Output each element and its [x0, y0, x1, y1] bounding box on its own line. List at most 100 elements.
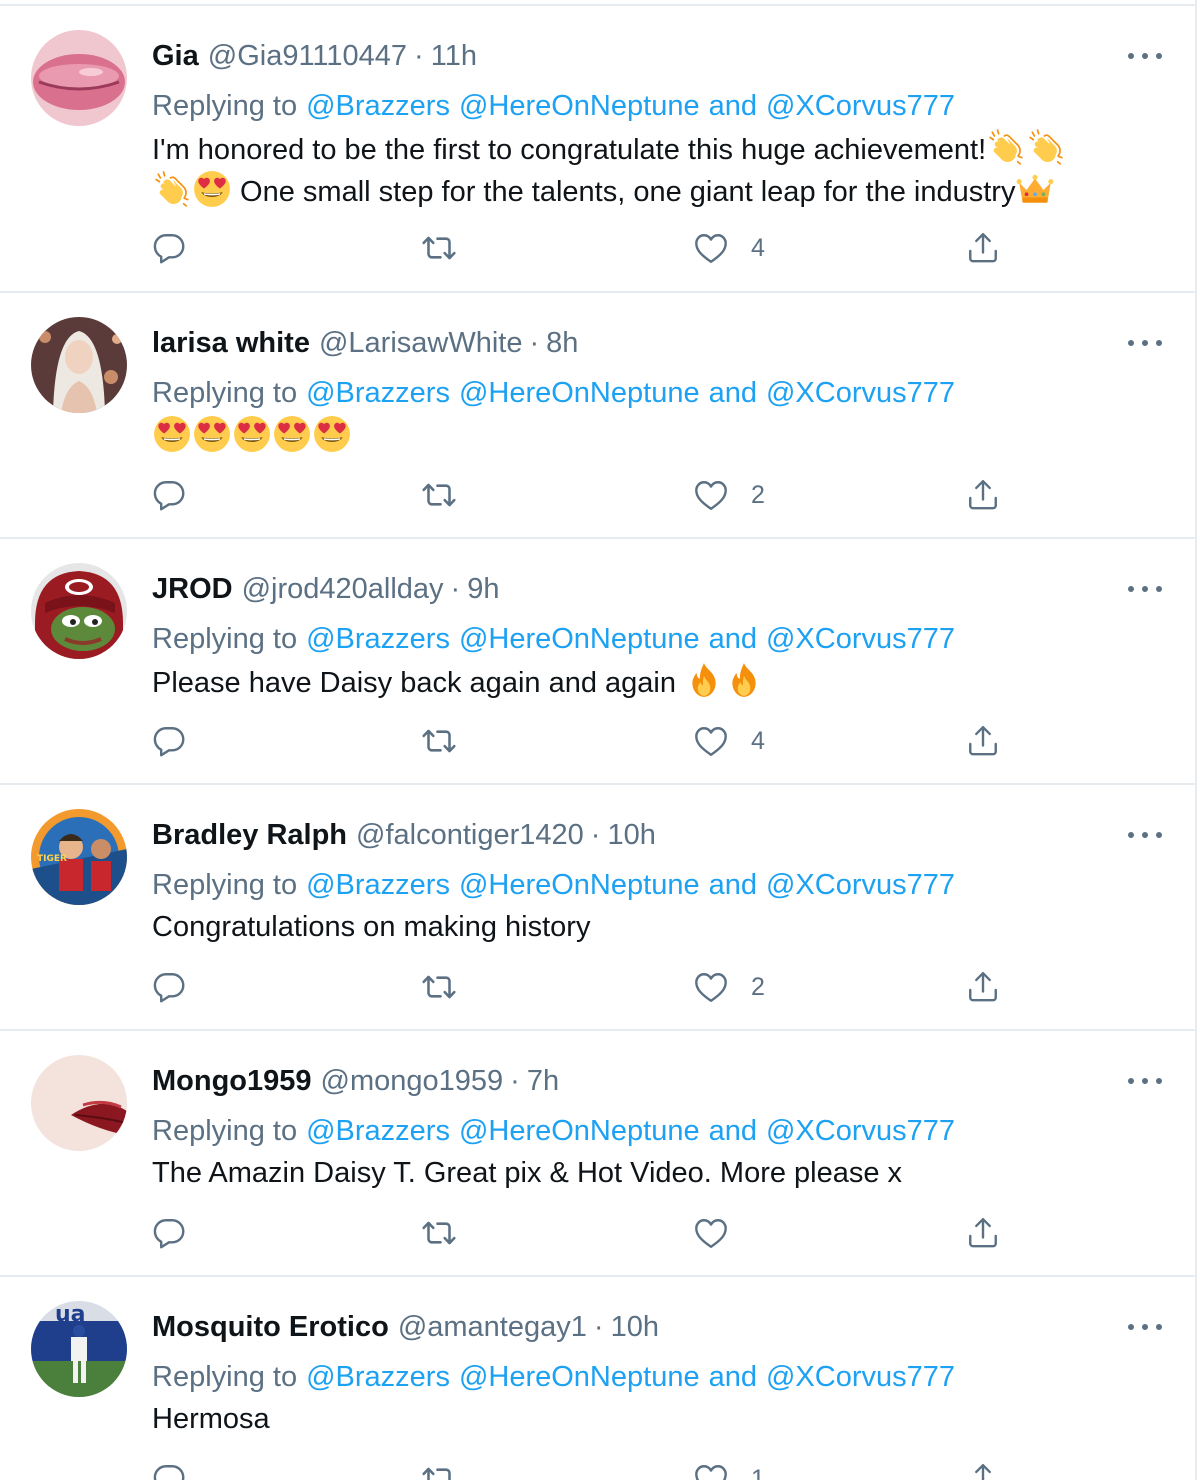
mention-link[interactable]: @Brazzers	[306, 90, 450, 123]
share-button[interactable]	[965, 1211, 1001, 1255]
share-button[interactable]	[965, 226, 1001, 270]
mention-link[interactable]: @HereOnNeptune	[459, 377, 700, 410]
mention-link[interactable]: @Brazzers	[306, 377, 450, 410]
heart-icon	[693, 230, 729, 266]
mention-link[interactable]: @HereOnNeptune	[459, 869, 700, 902]
reply-button[interactable]	[151, 226, 187, 270]
like-count: 1	[751, 1464, 765, 1480]
user-handle[interactable]: @LarisawWhite	[319, 327, 523, 360]
mention-and-word[interactable]: and	[709, 1115, 757, 1148]
replying-to-label: Replying to	[152, 376, 298, 409]
timestamp[interactable]: 10h	[611, 1311, 659, 1344]
more-options-icon[interactable]	[1128, 575, 1162, 603]
tweet-text-line: One small step for the talents, one gian…	[232, 176, 1016, 208]
retweet-button[interactable]	[421, 719, 457, 763]
mention-link[interactable]: @HereOnNeptune	[459, 1361, 700, 1394]
more-options-icon[interactable]	[1128, 821, 1162, 849]
display-name[interactable]: JROD	[152, 573, 233, 606]
tweet-jrod[interactable]: JROD @jrod420allday · 9h Replying to @Br…	[0, 539, 1195, 785]
reply-button[interactable]	[151, 1457, 187, 1480]
mention-link[interactable]: @Brazzers	[306, 1115, 450, 1148]
mention-link[interactable]: @XCorvus777	[766, 1115, 955, 1148]
more-options-icon[interactable]	[1128, 1313, 1162, 1341]
mention-and-word[interactable]: and	[709, 377, 757, 410]
mention-link[interactable]: @XCorvus777	[766, 869, 955, 902]
display-name[interactable]: larisa white	[152, 327, 310, 360]
retweet-button[interactable]	[421, 965, 457, 1009]
display-name[interactable]: Mosquito Erotico	[152, 1311, 389, 1344]
tweet-text	[152, 415, 1152, 457]
like-button[interactable]: 2	[693, 965, 765, 1009]
mention-link[interactable]: @Brazzers	[306, 1361, 450, 1394]
user-handle[interactable]: @mongo1959	[321, 1065, 504, 1098]
mention-and-word[interactable]: and	[709, 1361, 757, 1394]
mention-link[interactable]: @XCorvus777	[766, 1361, 955, 1394]
tweet-gia[interactable]: Gia @Gia91110447 · 11h Replying to @Braz…	[0, 6, 1195, 293]
tweet-header: JROD @jrod420allday · 9h	[152, 569, 499, 609]
display-name[interactable]: Mongo1959	[152, 1065, 312, 1098]
timestamp[interactable]: 7h	[527, 1065, 559, 1098]
timestamp[interactable]: 9h	[467, 573, 499, 606]
more-options-icon[interactable]	[1128, 1067, 1162, 1095]
tweet-mosquito-erotico[interactable]: ua Mosquito Erotico @amantegay1 · 10h Re…	[0, 1277, 1195, 1480]
reply-button[interactable]	[151, 719, 187, 763]
reply-button[interactable]	[151, 1211, 187, 1255]
tweet-larisa-white[interactable]: larisa white @LarisawWhite · 8h Replying…	[0, 293, 1195, 539]
avatar[interactable]	[31, 1055, 127, 1151]
mention-link[interactable]: @Brazzers	[306, 623, 450, 656]
mention-link[interactable]: @XCorvus777	[766, 377, 955, 410]
mention-link[interactable]: @XCorvus777	[766, 90, 955, 123]
replying-to-line: Replying to @Brazzers @HereOnNeptune and…	[152, 863, 955, 907]
reply-button[interactable]	[151, 473, 187, 517]
share-button[interactable]	[965, 473, 1001, 517]
mention-link[interactable]: @XCorvus777	[766, 623, 955, 656]
mention-and-word[interactable]: and	[709, 869, 757, 902]
reply-button[interactable]	[151, 965, 187, 1009]
heart-eyes-emoji	[313, 415, 351, 453]
like-button[interactable]: 4	[693, 226, 765, 270]
retweet-icon	[421, 723, 457, 759]
mention-and-word[interactable]: and	[709, 623, 757, 656]
mention-link[interactable]: @HereOnNeptune	[459, 90, 700, 123]
retweet-icon	[421, 230, 457, 266]
timestamp[interactable]: 8h	[546, 327, 578, 360]
user-handle[interactable]: @amantegay1	[398, 1311, 587, 1344]
avatar[interactable]: ua	[31, 1301, 127, 1397]
avatar[interactable]: TIGER	[31, 809, 127, 905]
share-button[interactable]	[965, 965, 1001, 1009]
share-button[interactable]	[965, 1457, 1001, 1480]
retweet-button[interactable]	[421, 473, 457, 517]
mention-link[interactable]: @Brazzers	[306, 869, 450, 902]
more-options-icon[interactable]	[1128, 42, 1162, 70]
avatar[interactable]	[31, 30, 127, 126]
replying-to-line: Replying to @Brazzers @HereOnNeptune and…	[152, 371, 955, 415]
share-button[interactable]	[965, 719, 1001, 763]
mention-link[interactable]: @HereOnNeptune	[459, 1115, 700, 1148]
user-handle[interactable]: @falcontiger1420	[356, 819, 584, 852]
tweet-mongo1959[interactable]: Mongo1959 @mongo1959 · 7h Replying to @B…	[0, 1031, 1197, 1277]
retweet-button[interactable]	[421, 1211, 457, 1255]
timestamp[interactable]: 11h	[431, 40, 477, 73]
tweet-actions	[0, 1211, 1197, 1255]
like-button[interactable]: 2	[693, 473, 765, 517]
display-name[interactable]: Bradley Ralph	[152, 819, 347, 852]
user-handle[interactable]: @Gia91110447	[208, 40, 407, 73]
retweet-button[interactable]	[421, 226, 457, 270]
separator-dot: ·	[529, 326, 540, 359]
avatar[interactable]	[31, 317, 127, 413]
more-options-icon[interactable]	[1128, 329, 1162, 357]
tweet-text: Please have Daisy back again and again	[152, 661, 1152, 703]
tweet-bradley-ralph[interactable]: TIGER Bradley Ralph @falcontiger1420 · 1…	[0, 785, 1195, 1031]
replying-to-label: Replying to	[152, 1114, 298, 1147]
separator-dot: ·	[510, 1064, 520, 1097]
like-button[interactable]	[693, 1211, 751, 1255]
timestamp[interactable]: 10h	[607, 819, 655, 852]
user-handle[interactable]: @jrod420allday	[242, 573, 444, 606]
like-button[interactable]: 1	[693, 1457, 765, 1480]
retweet-button[interactable]	[421, 1457, 457, 1480]
mention-link[interactable]: @HereOnNeptune	[459, 623, 700, 656]
mention-and-word[interactable]: and	[709, 90, 757, 123]
like-button[interactable]: 4	[693, 719, 765, 763]
display-name[interactable]: Gia	[152, 40, 199, 73]
avatar[interactable]	[31, 563, 127, 659]
